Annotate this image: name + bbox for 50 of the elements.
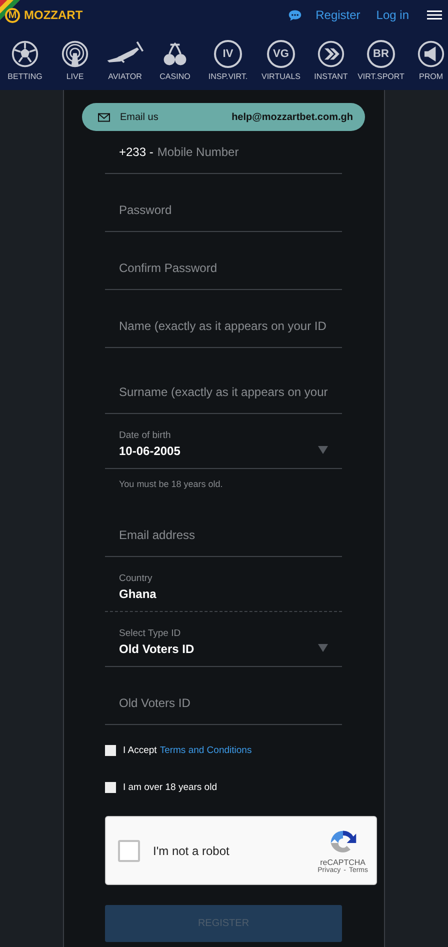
input-field[interactable]: Email address	[119, 528, 329, 542]
nav-label[interactable]: PROM	[419, 72, 443, 81]
dropdown-caret-icon	[318, 644, 328, 652]
support-email: help@mozzartbet.com.gh	[232, 112, 353, 122]
nav-label[interactable]: INSP.VIRT.	[208, 72, 248, 81]
broadcast-icon[interactable]	[61, 40, 89, 68]
input-field[interactable]: Confirm Password	[119, 261, 329, 275]
recaptcha-label: reCAPTCHA	[320, 858, 366, 866]
nav-label[interactable]: BETTING	[8, 72, 42, 81]
select-field[interactable]: Select Type ID Old Voters ID	[105, 612, 342, 667]
envelope-icon	[98, 112, 110, 122]
flag-icon	[0, 0, 20, 20]
cherries-icon[interactable]	[161, 40, 189, 68]
email-us-label: Email us	[120, 112, 158, 122]
game-badge-icon[interactable]: BR	[367, 40, 395, 68]
checkbox-label: I Accept Terms and Conditions	[123, 744, 252, 756]
dropdown-caret-icon	[318, 446, 328, 454]
nav-label[interactable]: VIRTUALS	[262, 72, 300, 81]
logo-mark[interactable]: M	[5, 8, 20, 22]
checkbox[interactable]	[105, 782, 116, 792]
input-field[interactable]: Surname (exactly as it appears on your	[119, 385, 329, 399]
nav-label[interactable]: LIVE	[66, 72, 84, 81]
chat-icon[interactable]	[288, 8, 302, 22]
readonly-field[interactable]: Country Ghana	[105, 557, 342, 612]
login-link[interactable]: Log in	[376, 8, 409, 22]
checkbox[interactable]	[105, 744, 116, 756]
nav-label[interactable]: INSTANT	[314, 72, 348, 81]
input-field[interactable]: Name (exactly as it appears on your ID	[119, 319, 329, 333]
country-code: +233 -	[119, 145, 154, 159]
captcha-label: I'm not a robot	[153, 844, 230, 858]
nav-label[interactable]: VIRT.SPORT	[358, 72, 404, 81]
select-field[interactable]: Date of birth 10-06-2005	[105, 414, 342, 469]
menu-icon[interactable]	[427, 10, 442, 20]
soccer-ball-icon[interactable]	[11, 40, 39, 68]
nav-label[interactable]: CASINO	[160, 72, 190, 81]
megaphone-icon[interactable]	[417, 40, 445, 68]
register-link[interactable]: Register	[316, 8, 360, 22]
double-chevron-icon[interactable]	[317, 40, 345, 68]
hint-text: You must be 18 years old.	[118, 478, 224, 491]
email-us-bar[interactable]: Email us help@mozzartbet.com.gh	[82, 103, 365, 131]
captcha-checkbox[interactable]	[118, 840, 140, 862]
game-badge-icon[interactable]: IV	[214, 40, 242, 68]
nav-label[interactable]: AVIATOR	[108, 72, 142, 81]
phone-field[interactable]: Mobile Number	[157, 145, 342, 159]
input-field[interactable]: Old Voters ID	[119, 696, 329, 710]
logo-text: MOZZART	[24, 8, 83, 22]
checkbox-label: I am over 18 years old	[123, 782, 217, 792]
terms-link[interactable]: Terms and Conditions	[160, 744, 252, 756]
input-field[interactable]: Password	[119, 203, 329, 217]
game-badge-icon[interactable]: VG	[267, 40, 295, 68]
